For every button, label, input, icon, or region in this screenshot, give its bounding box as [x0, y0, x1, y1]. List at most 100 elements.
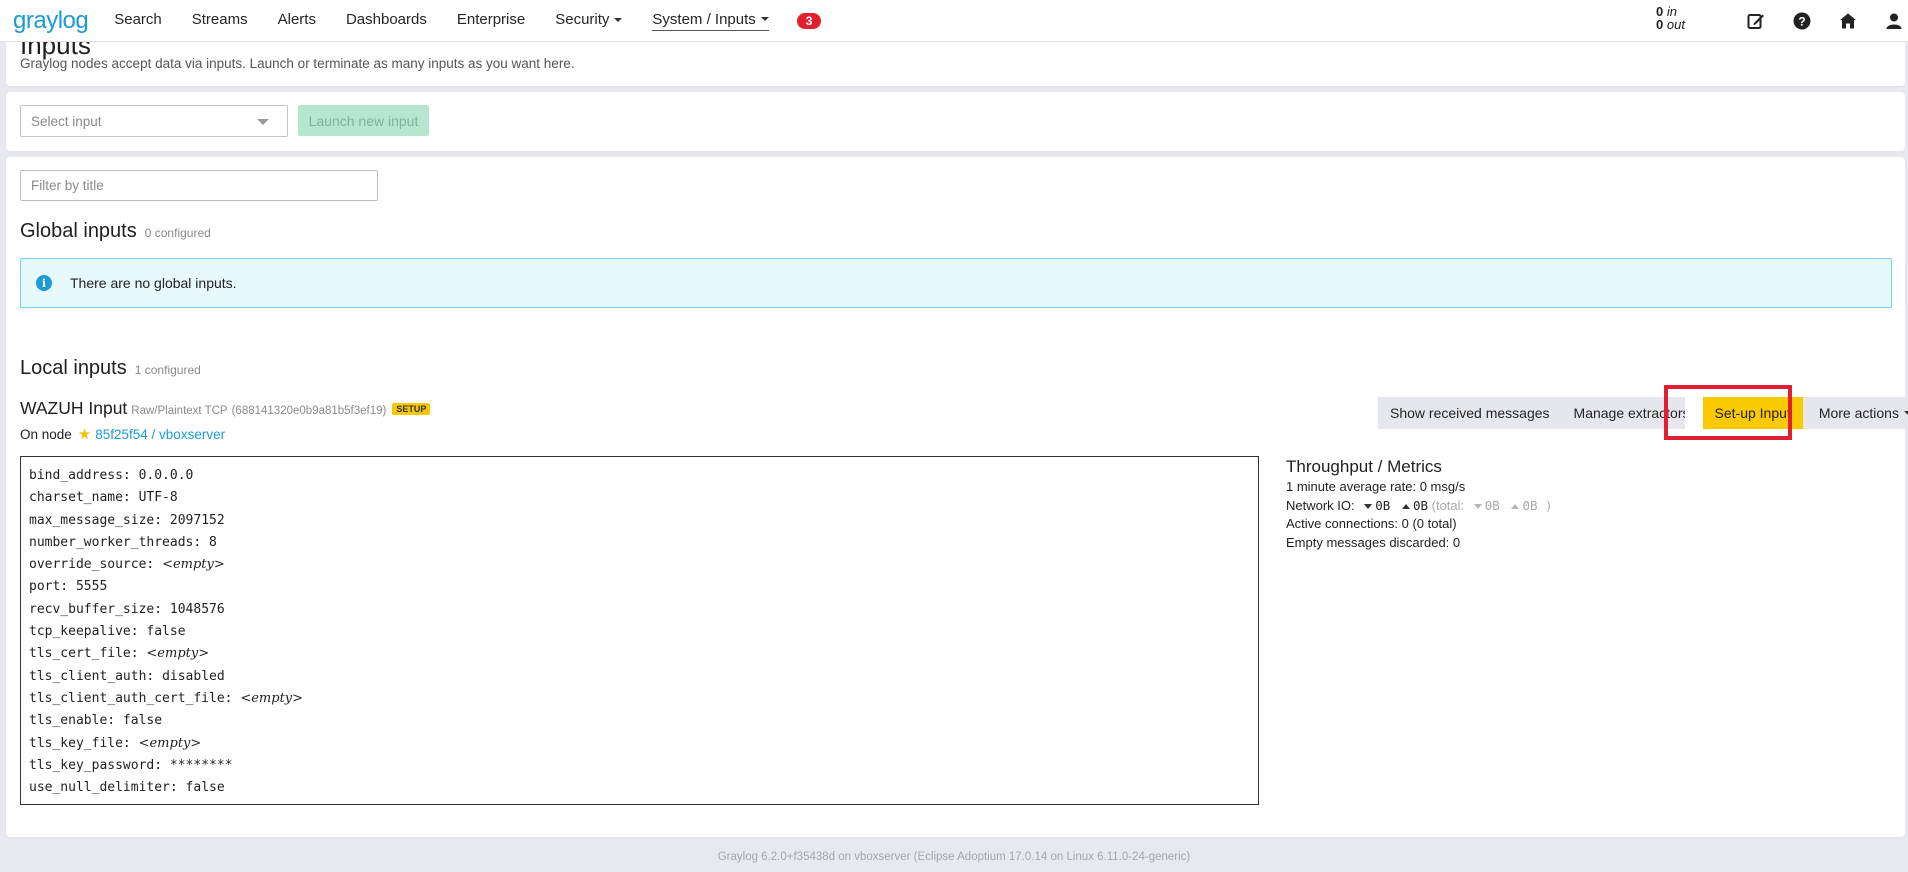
config-value: false — [185, 780, 225, 796]
global-inputs-count: 0 configured — [144, 226, 211, 240]
config-line: tls_cert_file: <empty> — [29, 643, 1250, 665]
input-title: WAZUH Input — [20, 398, 128, 418]
arrow-up-icon — [1511, 503, 1520, 509]
nav-security-label: Security — [555, 11, 610, 28]
notification-badge[interactable]: 3 — [796, 12, 822, 29]
config-value-empty: <empty> — [240, 690, 304, 706]
config-key: tls_key_password: — [29, 757, 170, 773]
config-line: tcp_keepalive: false — [29, 621, 1250, 643]
config-key: max_message_size: — [29, 512, 170, 528]
more-actions-dropdown[interactable]: More actions — [1802, 397, 1908, 429]
config-line: tls_client_auth: disabled — [29, 666, 1250, 688]
top-navbar: graylog Search Streams Alerts Dashboards… — [0, 0, 1908, 42]
config-line: number_worker_threads: 8 — [29, 532, 1250, 554]
local-inputs-heading: Local inputs 1 configured — [20, 357, 201, 380]
footer-version: Graylog 6.2.0+f35438d on vboxserver (Ecl… — [717, 851, 1191, 863]
input-actions: Show received messages Manage extractors… — [1378, 397, 1908, 429]
config-key: tls_key_file: — [29, 735, 139, 751]
throughput-metrics: Throughput / Metrics 1 minute average ra… — [1286, 456, 1553, 552]
config-key: tls_cert_file: — [29, 646, 147, 662]
nav-enterprise[interactable]: Enterprise — [457, 11, 525, 30]
throughput-out-value: 0 — [1656, 17, 1664, 32]
throughput-out-label: out — [1666, 17, 1685, 32]
config-key: override_source: — [29, 557, 163, 573]
setup-input-button[interactable]: Set-up Input — [1702, 397, 1803, 429]
global-throughput: 0 in 0 out — [1656, 5, 1685, 31]
input-node-info: On node ★ 85f25f54 / vboxserver — [20, 425, 225, 443]
config-line: port: 5555 — [29, 576, 1250, 598]
config-key: port: — [29, 579, 76, 595]
arrow-up-icon — [1401, 503, 1410, 509]
arrow-down-icon — [1473, 503, 1482, 509]
show-received-messages-button[interactable]: Show received messages — [1378, 397, 1562, 429]
config-line: override_source: <empty> — [29, 554, 1250, 576]
select-input-placeholder: Select input — [31, 114, 102, 129]
nav-system-label: System / Inputs — [652, 10, 756, 28]
launch-new-input-button[interactable]: Launch new input — [298, 105, 429, 136]
no-global-inputs-message: There are no global inputs. — [70, 275, 237, 291]
metrics-title: Throughput / Metrics — [1286, 457, 1442, 476]
config-key: charset_name: — [29, 490, 139, 506]
config-value: 1048576 — [169, 601, 225, 617]
brand-logo[interactable]: graylog — [13, 7, 89, 35]
input-configuration: bind_address: 0.0.0.0 charset_name: UTF-… — [20, 456, 1259, 805]
net-out: 0B — [1412, 497, 1428, 513]
nav-security-dropdown[interactable]: Security — [555, 11, 623, 30]
launch-input-panel — [6, 92, 1905, 151]
net-in: 0B — [1375, 497, 1391, 513]
manage-extractors-button[interactable]: Manage extractors — [1561, 397, 1685, 429]
nav-search[interactable]: Search — [114, 11, 162, 30]
main-nav: Search Streams Alerts Dashboards Enterpr… — [114, 10, 822, 31]
svg-text:?: ? — [1798, 15, 1805, 29]
edit-icon[interactable] — [1744, 9, 1768, 33]
config-key: tls_client_auth_cert_file: — [29, 690, 241, 706]
config-line: bind_address: 0.0.0.0 — [29, 465, 1250, 487]
config-line: use_null_delimiter: false — [29, 777, 1250, 799]
home-icon[interactable] — [1836, 9, 1860, 33]
config-value: 2097152 — [169, 512, 225, 528]
config-key: bind_address: — [29, 468, 139, 483]
star-icon: ★ — [77, 426, 92, 443]
global-inputs-title: Global inputs — [20, 220, 137, 242]
chevron-down-icon — [760, 17, 769, 21]
no-global-inputs-alert: i There are no global inputs. — [20, 258, 1892, 308]
nav-streams[interactable]: Streams — [192, 11, 248, 30]
page-description: Graylog nodes accept data via inputs. La… — [20, 56, 575, 71]
config-line: recv_buffer_size: 1048576 — [29, 599, 1250, 621]
chevron-down-icon — [257, 119, 269, 125]
navbar-icons: ? — [1744, 9, 1908, 33]
config-line: tls_key_password: ******** — [29, 755, 1250, 777]
local-inputs-title: Local inputs — [20, 357, 127, 379]
nav-alerts[interactable]: Alerts — [278, 11, 316, 30]
config-key: tcp_keepalive: — [29, 624, 147, 640]
total-label: (total: — [1431, 497, 1465, 513]
config-value: false — [146, 624, 186, 640]
input-header: WAZUH Input Raw/Plaintext TCP (688141320e0… — [20, 398, 431, 419]
user-icon[interactable] — [1882, 9, 1906, 33]
config-key: recv_buffer_size: — [29, 601, 170, 617]
select-input-dropdown[interactable]: Select input — [20, 105, 288, 137]
avg-rate: 1 minute average rate: 0 msg/s — [1286, 479, 1466, 494]
chevron-down-icon — [614, 17, 623, 22]
config-line: tls_enable: false — [29, 710, 1250, 732]
nav-system-inputs-dropdown[interactable]: System / Inputs — [652, 10, 769, 31]
network-io: Network IO: 0B 0B (total: 0B 0B ) — [1286, 497, 1553, 516]
config-value: 8 — [209, 534, 217, 550]
config-value-empty: <empty> — [146, 646, 210, 662]
more-actions-label: More actions — [1818, 405, 1899, 421]
filter-by-title-input[interactable]: Filter by title — [20, 170, 378, 201]
config-value: false — [122, 713, 163, 729]
nav-dashboards[interactable]: Dashboards — [346, 11, 427, 30]
total-in: 0B — [1484, 497, 1500, 513]
config-line: charset_name: UTF-8 — [29, 487, 1250, 509]
empty-messages-discarded: Empty messages discarded: 0 — [1286, 534, 1461, 550]
config-key: tls_client_auth: — [29, 668, 163, 684]
config-value-empty: <empty> — [162, 557, 225, 573]
config-line: tls_client_auth_cert_file: <empty> — [29, 688, 1250, 710]
config-key: tls_enable: — [29, 713, 123, 729]
help-icon[interactable]: ? — [1790, 9, 1814, 33]
node-link[interactable]: 85f25f54 / vboxserver — [95, 427, 225, 442]
setup-status-badge: SETUP — [392, 403, 431, 415]
config-key: use_null_delimiter: — [29, 780, 186, 796]
config-value: 5555 — [75, 579, 108, 595]
